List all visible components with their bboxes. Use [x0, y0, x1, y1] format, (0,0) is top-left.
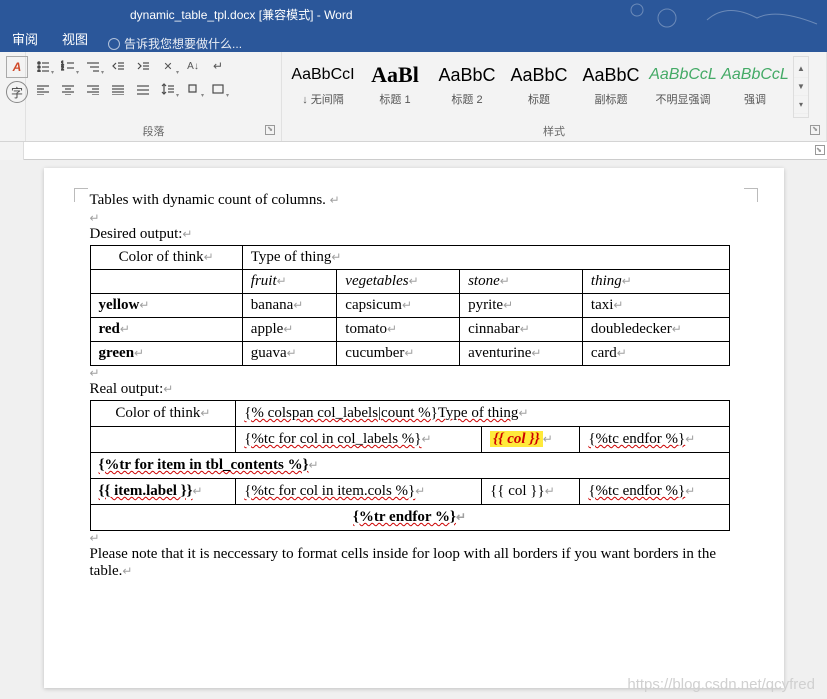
lightbulb-icon — [108, 38, 120, 50]
titlebar: dynamic_table_tpl.docx [兼容模式] - Word — [0, 0, 827, 28]
multilevel-list-button[interactable]: ▾ — [82, 56, 104, 76]
t2-r4c1: {{ item.label }}↵ — [90, 479, 236, 505]
t1-hdr-color: Color of think↵ — [90, 246, 242, 270]
t1-row-1: red↵ apple↵ tomato↵ cinnabar↵ doubledeck… — [90, 318, 729, 342]
asian-layout-button[interactable]: ✕▾ — [157, 56, 179, 76]
increase-indent-button[interactable] — [132, 56, 154, 76]
tab-review[interactable]: 审阅 — [0, 25, 50, 52]
t2-r3: {%tr for item in tbl_contents %}↵ — [90, 453, 729, 479]
desired-label: Desired output:↵ — [90, 226, 756, 243]
styles-down-icon[interactable]: ▼ — [794, 78, 808, 96]
decrease-indent-button[interactable] — [107, 56, 129, 76]
ribbon-tabs: 审阅 视图 告诉我您想要做什么... — [0, 28, 827, 52]
align-center-button[interactable] — [57, 79, 79, 99]
styles-group-label: 样式 ⬊ — [288, 121, 820, 139]
styles-dialog-launch[interactable]: ⬊ — [810, 125, 820, 135]
desired-output-table: Color of think↵ Type of thing↵ fruit↵ ve… — [90, 245, 730, 366]
bullets-button[interactable]: ▾ — [32, 56, 54, 76]
tell-me[interactable]: 告诉我您想要做什么... — [108, 35, 242, 52]
margin-mark-tr — [744, 188, 758, 202]
align-justify-button[interactable] — [107, 79, 129, 99]
tell-me-text: 告诉我您想要做什么... — [124, 35, 242, 52]
ruler-dialog-launch[interactable]: ⬊ — [815, 145, 825, 155]
style-item-noSpacing[interactable]: AaBbCcI↓ 无间隔 — [288, 56, 358, 118]
styles-gallery-more[interactable]: ▲ ▼ ▾ — [793, 56, 809, 118]
t1-sub-0: fruit↵ — [242, 270, 337, 294]
borders-button[interactable]: ▾ — [207, 79, 229, 99]
t2-r2c3: {%tc endfor %}↵ — [580, 427, 729, 453]
line-spacing-button[interactable]: ▾ — [157, 79, 179, 99]
t1-row-0: yellow↵ banana↵ capsicum↵ pyrite↵ taxi↵ — [90, 294, 729, 318]
t2-r2c1: {%tc for col in col_labels %}↵ — [236, 427, 482, 453]
styles-gallery: AaBbCcI↓ 无间隔 AaBl标题 1 AaBbC标题 2 AaBbC标题 … — [288, 56, 790, 118]
horizontal-ruler[interactable]: ⬊ — [0, 142, 827, 160]
style-item-heading2[interactable]: AaBbC标题 2 — [432, 56, 502, 118]
numbering-button[interactable]: 12▾ — [57, 56, 79, 76]
tab-view[interactable]: 视图 — [50, 25, 100, 52]
page[interactable]: Tables with dynamic count of columns. ↵ … — [44, 168, 784, 688]
footer-note: Please note that it is neccessary to for… — [90, 546, 756, 580]
align-left-button[interactable] — [32, 79, 54, 99]
t2-r4c4: {%tc endfor %}↵ — [580, 479, 729, 505]
styles-up-icon[interactable]: ▲ — [794, 60, 808, 78]
t2-r2blank — [90, 427, 236, 453]
svg-text:2: 2 — [61, 66, 64, 72]
t1-empty — [90, 270, 242, 294]
distribute-button[interactable] — [132, 79, 154, 99]
style-item-heading1[interactable]: AaBl标题 1 — [360, 56, 430, 118]
para-mark: ↵ — [90, 211, 756, 226]
paragraph-group: ▾ 12▾ ▾ ✕▾ A↓ ↵ ▾ ▾ ▾ 段落 ⬊ — [26, 52, 282, 141]
t1-row-2: green↵ guava↵ cucumber↵ aventurine↵ card… — [90, 342, 729, 366]
para-mark: ↵ — [90, 531, 756, 546]
t1-sub-1: vegetables↵ — [337, 270, 460, 294]
style-item-emphasis[interactable]: AaBbCcL强调 — [720, 56, 790, 118]
doc-heading: Tables with dynamic count of columns. ↵ — [90, 192, 756, 209]
styles-group: AaBbCcI↓ 无间隔 AaBl标题 1 AaBbC标题 2 AaBbC标题 … — [282, 52, 827, 141]
t1-hdr-type: Type of thing↵ — [242, 246, 729, 270]
titlebar-decoration — [607, 0, 827, 28]
ribbon: A 字 ▾ 12▾ ▾ ✕▾ A↓ ↵ ▾ — [0, 52, 827, 142]
t2-r4c2: {%tc for col in item.cols %}↵ — [236, 479, 482, 505]
real-output-table: Color of think↵ {% colspan col_labels|co… — [90, 400, 730, 531]
align-right-button[interactable] — [82, 79, 104, 99]
t1-sub-2: stone↵ — [460, 270, 583, 294]
document-area[interactable]: Tables with dynamic count of columns. ↵ … — [0, 160, 827, 699]
shading-button[interactable]: ▾ — [182, 79, 204, 99]
t1-sub-3: thing↵ — [582, 270, 729, 294]
para-mark: ↵ — [90, 366, 756, 381]
t2-r5: {%tr endfor %}↵ — [90, 505, 729, 531]
ruler-corner — [0, 142, 24, 160]
show-marks-button[interactable]: ↵ — [207, 56, 229, 76]
style-pane-group: A 字 — [0, 52, 26, 141]
t2-r1c1: Color of think↵ — [90, 401, 236, 427]
paragraph-group-label: 段落 ⬊ — [32, 121, 275, 139]
style-item-subtitle[interactable]: AaBbC副标题 — [576, 56, 646, 118]
style-item-subtle-emphasis[interactable]: AaBbCcL不明显强调 — [648, 56, 718, 118]
paragraph-dialog-launch[interactable]: ⬊ — [265, 125, 275, 135]
window-title: dynamic_table_tpl.docx [兼容模式] - Word — [130, 6, 353, 23]
t2-r1c2: {% colspan col_labels|count %}Type of th… — [236, 401, 729, 427]
change-styles-button[interactable]: A — [6, 56, 28, 78]
margin-mark-tl — [74, 188, 88, 202]
sort-button[interactable]: A↓ — [182, 56, 204, 76]
t2-r4c3: {{ col }}↵ — [482, 479, 580, 505]
styles-expand-icon[interactable]: ▾ — [794, 96, 808, 114]
character-border-button[interactable]: 字 — [6, 81, 28, 103]
real-label: Real output:↵ — [90, 381, 756, 398]
t2-r2c2: {{ col }}↵ — [482, 427, 580, 453]
style-item-title[interactable]: AaBbC标题 — [504, 56, 574, 118]
